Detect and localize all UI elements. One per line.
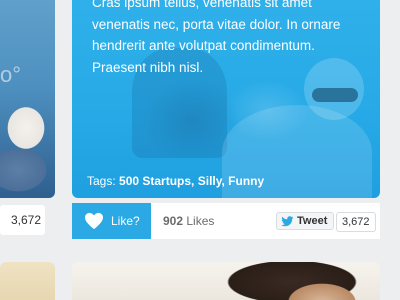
like-label: Like?: [111, 214, 140, 228]
left-card-image[interactable]: o°: [0, 0, 55, 198]
likes-number: 902: [163, 214, 184, 228]
tweet-button[interactable]: Tweet: [276, 212, 335, 230]
left-card-count: 3,672: [0, 205, 45, 235]
tweet-count: 3,672: [336, 212, 376, 232]
heart-icon: [85, 212, 103, 230]
likes-count: 902 Likes: [163, 203, 214, 239]
main-card[interactable]: Cras ipsum tellus, venenatis sit amet ve…: [72, 0, 380, 198]
tweet-label: Tweet: [297, 215, 328, 227]
twitter-bird-icon: [281, 215, 294, 226]
like-button[interactable]: Like?: [72, 203, 151, 239]
bottom-right-card-image[interactable]: [72, 262, 380, 300]
decorative-mark: o°: [0, 62, 22, 87]
tags-label: Tags:: [87, 174, 116, 188]
likes-word: Likes: [186, 214, 215, 228]
bottom-left-card-image[interactable]: [0, 262, 55, 300]
likes-panel: 902 Likes Tweet 3,672: [151, 203, 380, 239]
tags-line: Tags: 500 Startups, Silly, Funny: [87, 174, 264, 188]
photo-sunglasses: [312, 88, 358, 102]
card-description: Cras ipsum tellus, venenatis sit amet ve…: [92, 0, 341, 75]
tags-list[interactable]: 500 Startups, Silly, Funny: [119, 174, 264, 188]
